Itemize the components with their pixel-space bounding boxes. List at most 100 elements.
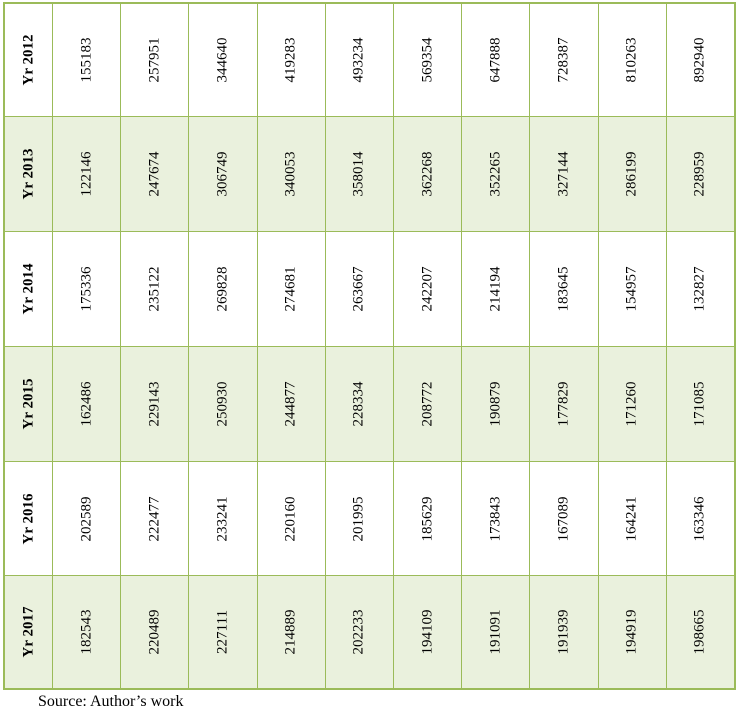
table-row: Yr 2015 162486 229143 250930 244877 228334 208… bbox=[5, 347, 734, 462]
table-cell: 175336 bbox=[52, 232, 120, 346]
year-label: Yr 2014 bbox=[20, 263, 36, 315]
cell-value: 162486 bbox=[78, 381, 95, 427]
year-label: Yr 2012 bbox=[20, 34, 36, 86]
table-cell: 257951 bbox=[120, 4, 188, 116]
table-cell: 198665 bbox=[665, 576, 734, 688]
year-label: Yr 2017 bbox=[20, 606, 36, 658]
rotated-data-table: Yr 2012 155183 257951 344640 419283 493234 569… bbox=[3, 2, 736, 690]
cell-value: 344640 bbox=[214, 37, 231, 83]
table-cell: 247674 bbox=[120, 117, 188, 231]
table-cell: 228959 bbox=[665, 117, 734, 231]
cell-value: 228334 bbox=[350, 381, 367, 427]
table-cell: 306749 bbox=[188, 117, 256, 231]
table-cell: 194109 bbox=[393, 576, 461, 688]
cell-value: 242207 bbox=[419, 266, 436, 312]
cell-value: 164241 bbox=[623, 496, 640, 541]
cell-value: 250930 bbox=[214, 381, 231, 427]
cell-value: 214194 bbox=[487, 266, 504, 312]
table-cell: 235122 bbox=[120, 232, 188, 346]
table-cell: 132827 bbox=[665, 232, 734, 346]
cell-value: 352265 bbox=[487, 151, 504, 197]
table-cell: 185629 bbox=[393, 462, 461, 575]
cell-value: 306749 bbox=[214, 151, 231, 197]
cell-value: 173843 bbox=[487, 496, 504, 541]
row-header-cell: Yr 2015 bbox=[5, 347, 52, 461]
cell-value: 728387 bbox=[555, 37, 572, 83]
table-cell: 155183 bbox=[52, 4, 120, 116]
table-cell: 327144 bbox=[529, 117, 597, 231]
table-cell: 274681 bbox=[256, 232, 325, 346]
table-cell: 810263 bbox=[597, 4, 666, 116]
table-cell: 358014 bbox=[324, 117, 393, 231]
table-cell: 154957 bbox=[597, 232, 666, 346]
table-row: Yr 2014 175336 235122 269828 274681 263667 242… bbox=[5, 232, 734, 347]
table-cell: 229143 bbox=[120, 347, 188, 461]
row-header-cell: Yr 2014 bbox=[5, 232, 52, 346]
cell-value: 229143 bbox=[146, 381, 163, 427]
table-cell: 233241 bbox=[188, 462, 256, 575]
cell-value: 647888 bbox=[487, 37, 504, 83]
cell-value: 892940 bbox=[691, 37, 708, 83]
cell-value: 190879 bbox=[487, 381, 504, 427]
year-label: Yr 2013 bbox=[20, 148, 36, 200]
row-header-cell: Yr 2012 bbox=[5, 4, 52, 116]
cell-value: 122146 bbox=[78, 151, 95, 197]
cell-value: 132827 bbox=[691, 266, 708, 312]
cell-value: 569354 bbox=[419, 37, 436, 83]
source-note: Source: Author’s work bbox=[38, 693, 184, 710]
cell-value: 222477 bbox=[146, 496, 163, 541]
table-cell: 183645 bbox=[529, 232, 597, 346]
row-header-cell: Yr 2013 bbox=[5, 117, 52, 231]
cell-value: 163346 bbox=[691, 496, 708, 541]
cell-value: 493234 bbox=[350, 37, 367, 83]
table-cell: 362268 bbox=[393, 117, 461, 231]
table-row: Yr 2013 122146 247674 306749 340053 358014 362… bbox=[5, 117, 734, 232]
year-label: Yr 2016 bbox=[20, 493, 36, 544]
table-cell: 647888 bbox=[461, 4, 529, 116]
table-cell: 214194 bbox=[461, 232, 529, 346]
table-cell: 493234 bbox=[324, 4, 393, 116]
cell-value: 185629 bbox=[419, 496, 436, 541]
table-cell: 286199 bbox=[597, 117, 666, 231]
table-cell: 167089 bbox=[529, 462, 597, 575]
cell-value: 191091 bbox=[487, 609, 504, 655]
cell-value: 263667 bbox=[350, 266, 367, 312]
cell-value: 202589 bbox=[78, 496, 95, 541]
table-cell: 171085 bbox=[665, 347, 734, 461]
cell-value: 233241 bbox=[214, 496, 231, 541]
table-cell: 220160 bbox=[256, 462, 325, 575]
cell-value: 235122 bbox=[146, 266, 163, 312]
cell-value: 227111 bbox=[214, 610, 231, 654]
table-cell: 340053 bbox=[256, 117, 325, 231]
table-cell: 191091 bbox=[461, 576, 529, 688]
cell-value: 228959 bbox=[691, 151, 708, 197]
table-cell: 227111 bbox=[188, 576, 256, 688]
cell-value: 340053 bbox=[282, 151, 299, 197]
table-cell: 171260 bbox=[597, 347, 666, 461]
cell-value: 182543 bbox=[78, 609, 95, 655]
cell-value: 171260 bbox=[623, 381, 640, 427]
year-label: Yr 2015 bbox=[20, 378, 36, 430]
row-header-cell: Yr 2016 bbox=[5, 462, 52, 575]
table-cell: 190879 bbox=[461, 347, 529, 461]
cell-value: 220160 bbox=[282, 496, 299, 541]
cell-value: 257951 bbox=[146, 37, 163, 83]
table-cell: 250930 bbox=[188, 347, 256, 461]
table-cell: 269828 bbox=[188, 232, 256, 346]
cell-value: 167089 bbox=[555, 496, 572, 541]
table-cell: 222477 bbox=[120, 462, 188, 575]
cell-value: 194109 bbox=[419, 609, 436, 655]
table-cell: 892940 bbox=[665, 4, 734, 116]
cell-value: 201995 bbox=[350, 496, 367, 541]
table-cell: 344640 bbox=[188, 4, 256, 116]
table-row: Yr 2016 202589 222477 233241 220160 201995 185… bbox=[5, 462, 734, 576]
table-cell: 122146 bbox=[52, 117, 120, 231]
cell-value: 208772 bbox=[419, 381, 436, 427]
cell-value: 183645 bbox=[555, 266, 572, 312]
table-cell: 220489 bbox=[120, 576, 188, 688]
table-row: Yr 2012 155183 257951 344640 419283 493234 569… bbox=[5, 4, 734, 117]
table-cell: 263667 bbox=[324, 232, 393, 346]
table-cell: 191939 bbox=[529, 576, 597, 688]
table-cell: 569354 bbox=[393, 4, 461, 116]
cell-value: 810263 bbox=[623, 37, 640, 83]
